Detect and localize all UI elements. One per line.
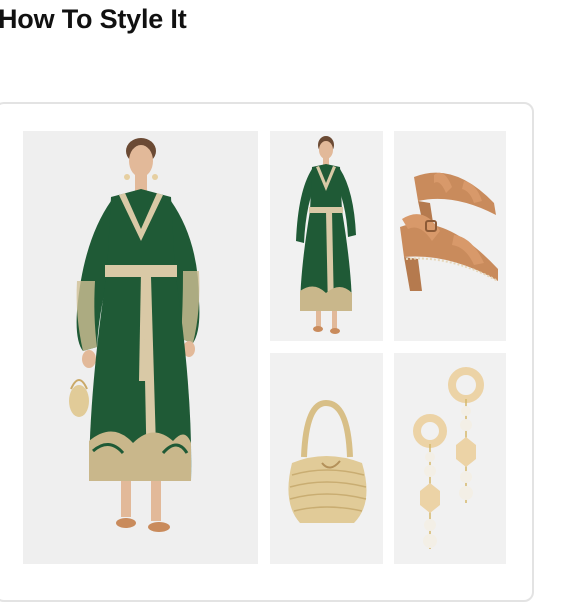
straw-bag-image [288, 399, 367, 523]
main-look-image[interactable] [23, 131, 258, 564]
section-title: How To Style It [0, 4, 187, 34]
dress-product-tile[interactable] [270, 131, 383, 341]
dress-product-image [296, 136, 356, 334]
sandals-image [400, 172, 499, 291]
model-wearing-dress-image [69, 138, 200, 532]
earrings-image [413, 367, 484, 549]
bag-product-tile[interactable] [270, 353, 383, 564]
earrings-product-tile[interactable] [394, 353, 506, 564]
sandals-product-tile[interactable] [394, 131, 506, 341]
